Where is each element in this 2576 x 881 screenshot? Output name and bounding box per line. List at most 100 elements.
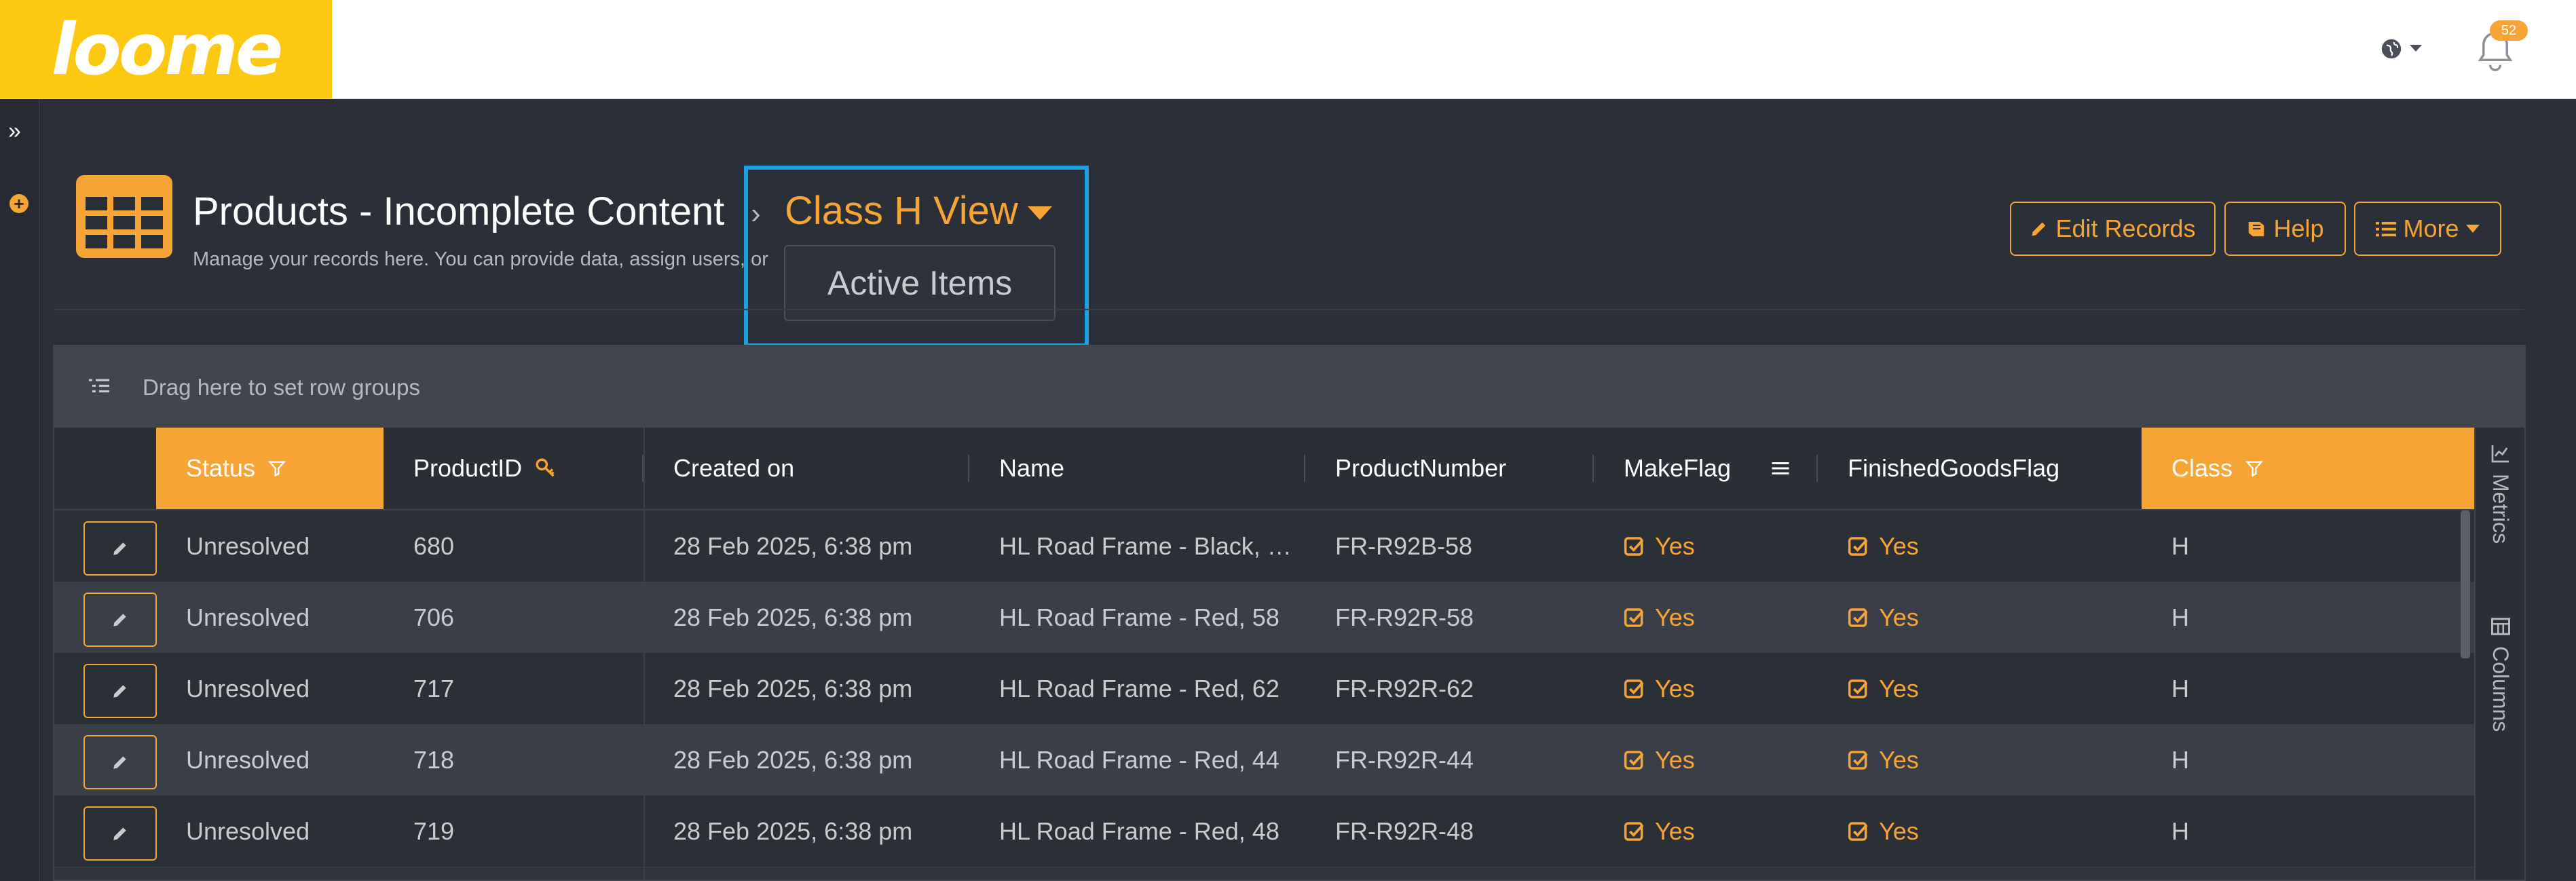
table-row[interactable]: Unresolved 717 28 Feb 2025, 6:38 pm HL Road… [54,653,2474,725]
finishedgoodsflag-cell: Yes [1818,724,2142,795]
row-group-panel[interactable]: Drag here to set row groups [54,346,2524,429]
status-cell-value: Unresolved [186,531,310,560]
metrics-tab[interactable]: Metrics [2488,443,2513,544]
name-cell-value: HL Road Frame - Red, 62 [999,674,1280,702]
productnumber-cell-value: FR-R92R-44 [1335,745,1474,774]
status-cell: Unresolved [156,724,384,795]
globe-icon [2381,39,2402,59]
productid-cell: 706 [384,582,643,653]
edit-records-button[interactable]: Edit Records [2010,202,2216,256]
chevron-right-icon: › [751,197,761,230]
expand-sidebar-icon[interactable]: » [8,118,21,145]
table-row[interactable]: Unresolved 706 28 Feb 2025, 6:38 pm HL Road… [54,582,2474,654]
language-selector[interactable] [2380,35,2434,62]
table-row[interactable]: Unresolved 719 28 Feb 2025, 6:38 pm HL Road… [54,795,2474,867]
created-on-cell: 28 Feb 2025, 6:38 pm [643,582,969,653]
column-header-makeflag[interactable]: MakeFlag [1594,428,1818,509]
view-selector[interactable]: Class H View [785,188,1052,233]
chevron-down-icon [2410,45,2422,52]
class-cell: H [2142,724,2474,795]
column-header-created-on[interactable]: Created on [643,428,969,509]
edit-row-button[interactable] [83,806,157,861]
makeflag-cell-value: Yes [1655,674,1695,702]
column-header-status[interactable]: Status [156,428,384,509]
name-cell-value: HL Road Frame - Black, … [999,531,1292,560]
view-menu-item-label: Active Items [827,264,1013,302]
more-button[interactable]: More [2354,202,2501,256]
tool-panel-bar: Metrics Columns [2474,428,2524,880]
productnumber-cell-value: FR-R92R-62 [1335,674,1474,702]
column-header-name[interactable]: Name [969,428,1305,509]
more-label: More [2403,214,2459,242]
edit-row-button[interactable] [83,735,157,789]
menu-icon[interactable] [1770,460,1791,477]
productid-cell-value: 680 [413,531,455,560]
created-on-cell: 28 Feb 2025, 6:38 pm [643,653,969,724]
vertical-scrollbar[interactable] [2461,510,2470,658]
chart-line-icon [2491,445,2509,463]
name-cell: HL Road Frame - Red, 48 [969,795,1305,867]
edit-row-button[interactable] [83,521,157,576]
side-rail: » + [0,99,39,881]
class-cell-value: H [2171,674,2189,702]
class-cell: H [2142,795,2474,867]
created-on-cell-value: 28 Feb 2025, 6:38 pm [673,674,913,702]
finishedgoodsflag-cell: Yes [1818,582,2142,653]
created-on-cell: 28 Feb 2025, 6:38 pm [643,795,969,867]
metrics-tab-label: Metrics [2488,474,2513,544]
created-on-cell-value: 28 Feb 2025, 6:38 pm [673,745,913,774]
name-cell-value: HL Road Frame - Red, 58 [999,603,1280,631]
header-divider [53,309,2524,310]
top-bar: loome 52 [0,0,2576,99]
edit-row-button[interactable] [83,664,157,718]
filter-icon[interactable] [2245,459,2264,478]
column-header-class[interactable]: Class [2142,428,2474,509]
filter-icon[interactable] [267,459,286,478]
table-row[interactable]: Unresolved 718 28 Feb 2025, 6:38 pm HL Road… [54,724,2474,796]
productnumber-cell-value: FR-R92R-48 [1335,817,1474,845]
check-square-icon [1624,679,1644,698]
columns-tab[interactable]: Columns [2488,616,2513,732]
book-icon [2249,222,2264,237]
makeflag-cell: Yes [1594,653,1818,724]
column-header-productnumber[interactable]: ProductNumber [1305,428,1594,509]
column-header-label: FinishedGoodsFlag [1848,454,2060,482]
loome-logo[interactable]: loome [0,0,332,98]
column-header-productid[interactable]: ProductID [384,428,643,509]
finishedgoodsflag-cell: Yes [1818,795,2142,867]
column-divider [643,428,645,880]
column-header-finishedgoodsflag[interactable]: FinishedGoodsFlag [1818,428,2142,509]
makeflag-cell: Yes [1594,510,1818,582]
help-button[interactable]: Help [2224,202,2346,256]
list-icon [2376,222,2397,237]
pencil-icon [2032,222,2046,236]
pencil-icon [113,542,126,555]
check-square-icon [1624,607,1644,627]
status-cell-value: Unresolved [186,603,310,631]
class-cell-value: H [2171,531,2189,560]
grid-header-row: Status ProductID Created on Name Product… [54,428,2474,510]
productid-cell: 718 [384,724,643,795]
name-cell: HL Road Frame - Red, 58 [969,582,1305,653]
edit-row-button[interactable] [83,593,157,647]
columns-tab-label: Columns [2488,646,2513,732]
pencil-icon [113,756,126,769]
header-cell-actions [54,428,156,509]
created-on-cell: 28 Feb 2025, 6:38 pm [643,510,969,582]
check-square-icon [1848,679,1868,698]
row-group-icon [89,379,109,393]
productnumber-cell: FR-R92B-58 [1305,510,1594,582]
class-cell: H [2142,510,2474,582]
productid-cell-value: 718 [413,745,455,774]
name-cell: HL Road Frame - Red, 44 [969,724,1305,795]
add-icon[interactable]: + [10,193,29,214]
class-cell: H [2142,653,2474,724]
class-cell-value: H [2171,603,2189,631]
check-square-icon [1848,821,1868,841]
table-row[interactable]: Unresolved 680 28 Feb 2025, 6:38 pm HL Road… [54,510,2474,582]
notifications-button[interactable]: 52 [2471,20,2528,75]
table-icon [76,175,172,258]
productid-cell: 719 [384,795,643,867]
view-selector-label: Class H View [785,189,1018,233]
finishedgoodsflag-cell-value: Yes [1879,674,1919,702]
